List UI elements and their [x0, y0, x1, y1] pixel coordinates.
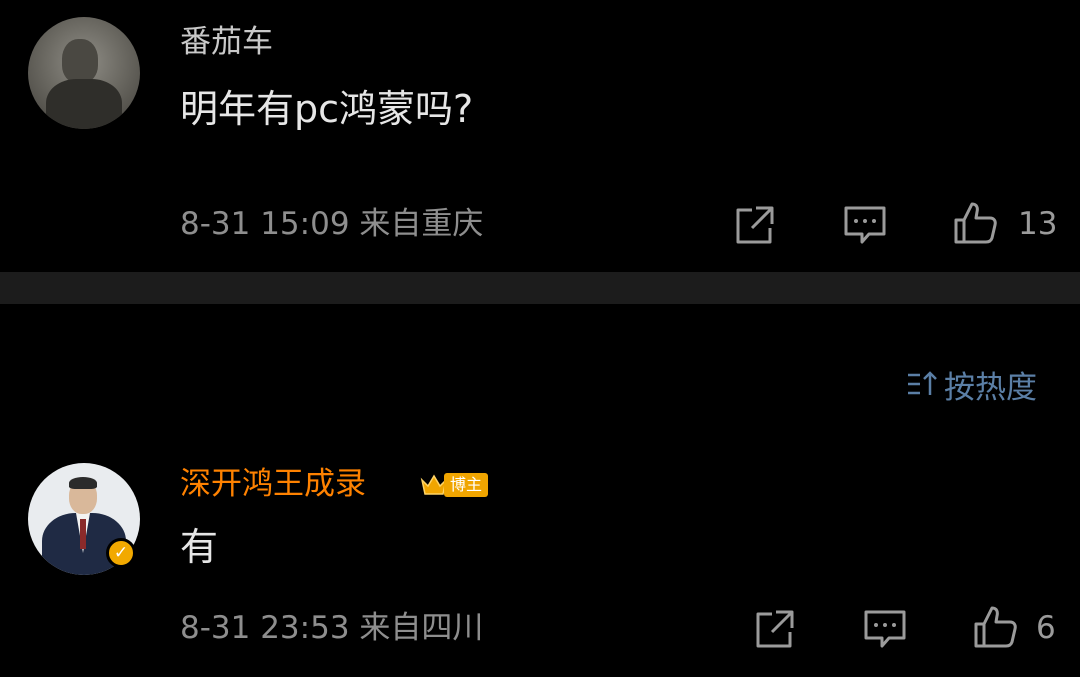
share-icon[interactable] — [732, 202, 778, 248]
comment-text: 明年有pc鸿蒙吗? — [180, 87, 474, 131]
avatar-hair — [69, 477, 97, 489]
verified-icon: ✓ — [106, 538, 136, 568]
like-icon[interactable] — [972, 604, 1018, 650]
section-divider — [0, 272, 1080, 304]
comment-text: 有 — [180, 525, 219, 569]
avatar[interactable] — [28, 17, 140, 129]
comment-item: 按热度 ✓ 深开鸿王成录 博主 有 8-31 23:53 来自四川 6 — [0, 304, 1080, 677]
comment-author[interactable]: 深开鸿王成录 — [180, 466, 366, 502]
sort-icon — [908, 371, 937, 395]
like-count: 6 — [1036, 610, 1056, 646]
like-icon[interactable] — [952, 200, 998, 246]
avatar-tie — [80, 519, 86, 549]
avatar-body — [46, 79, 122, 129]
comment-icon[interactable] — [862, 606, 908, 652]
sort-label: 按热度 — [944, 369, 1037, 406]
host-badge: 博主 — [420, 470, 489, 500]
comment-author[interactable]: 番茄车 — [180, 24, 273, 60]
share-icon[interactable] — [752, 606, 798, 652]
avatar-head — [62, 39, 98, 83]
comment-meta: 8-31 15:09 来自重庆 — [180, 206, 484, 242]
comment-item: 番茄车 明年有pc鸿蒙吗? 8-31 15:09 来自重庆 13 — [0, 0, 1080, 272]
comment-meta: 8-31 23:53 来自四川 — [180, 610, 484, 646]
comment-icon[interactable] — [842, 202, 888, 248]
sort-button[interactable]: 按热度 — [906, 364, 1037, 406]
like-count: 13 — [1018, 206, 1058, 242]
host-badge-label: 博主 — [444, 473, 489, 497]
